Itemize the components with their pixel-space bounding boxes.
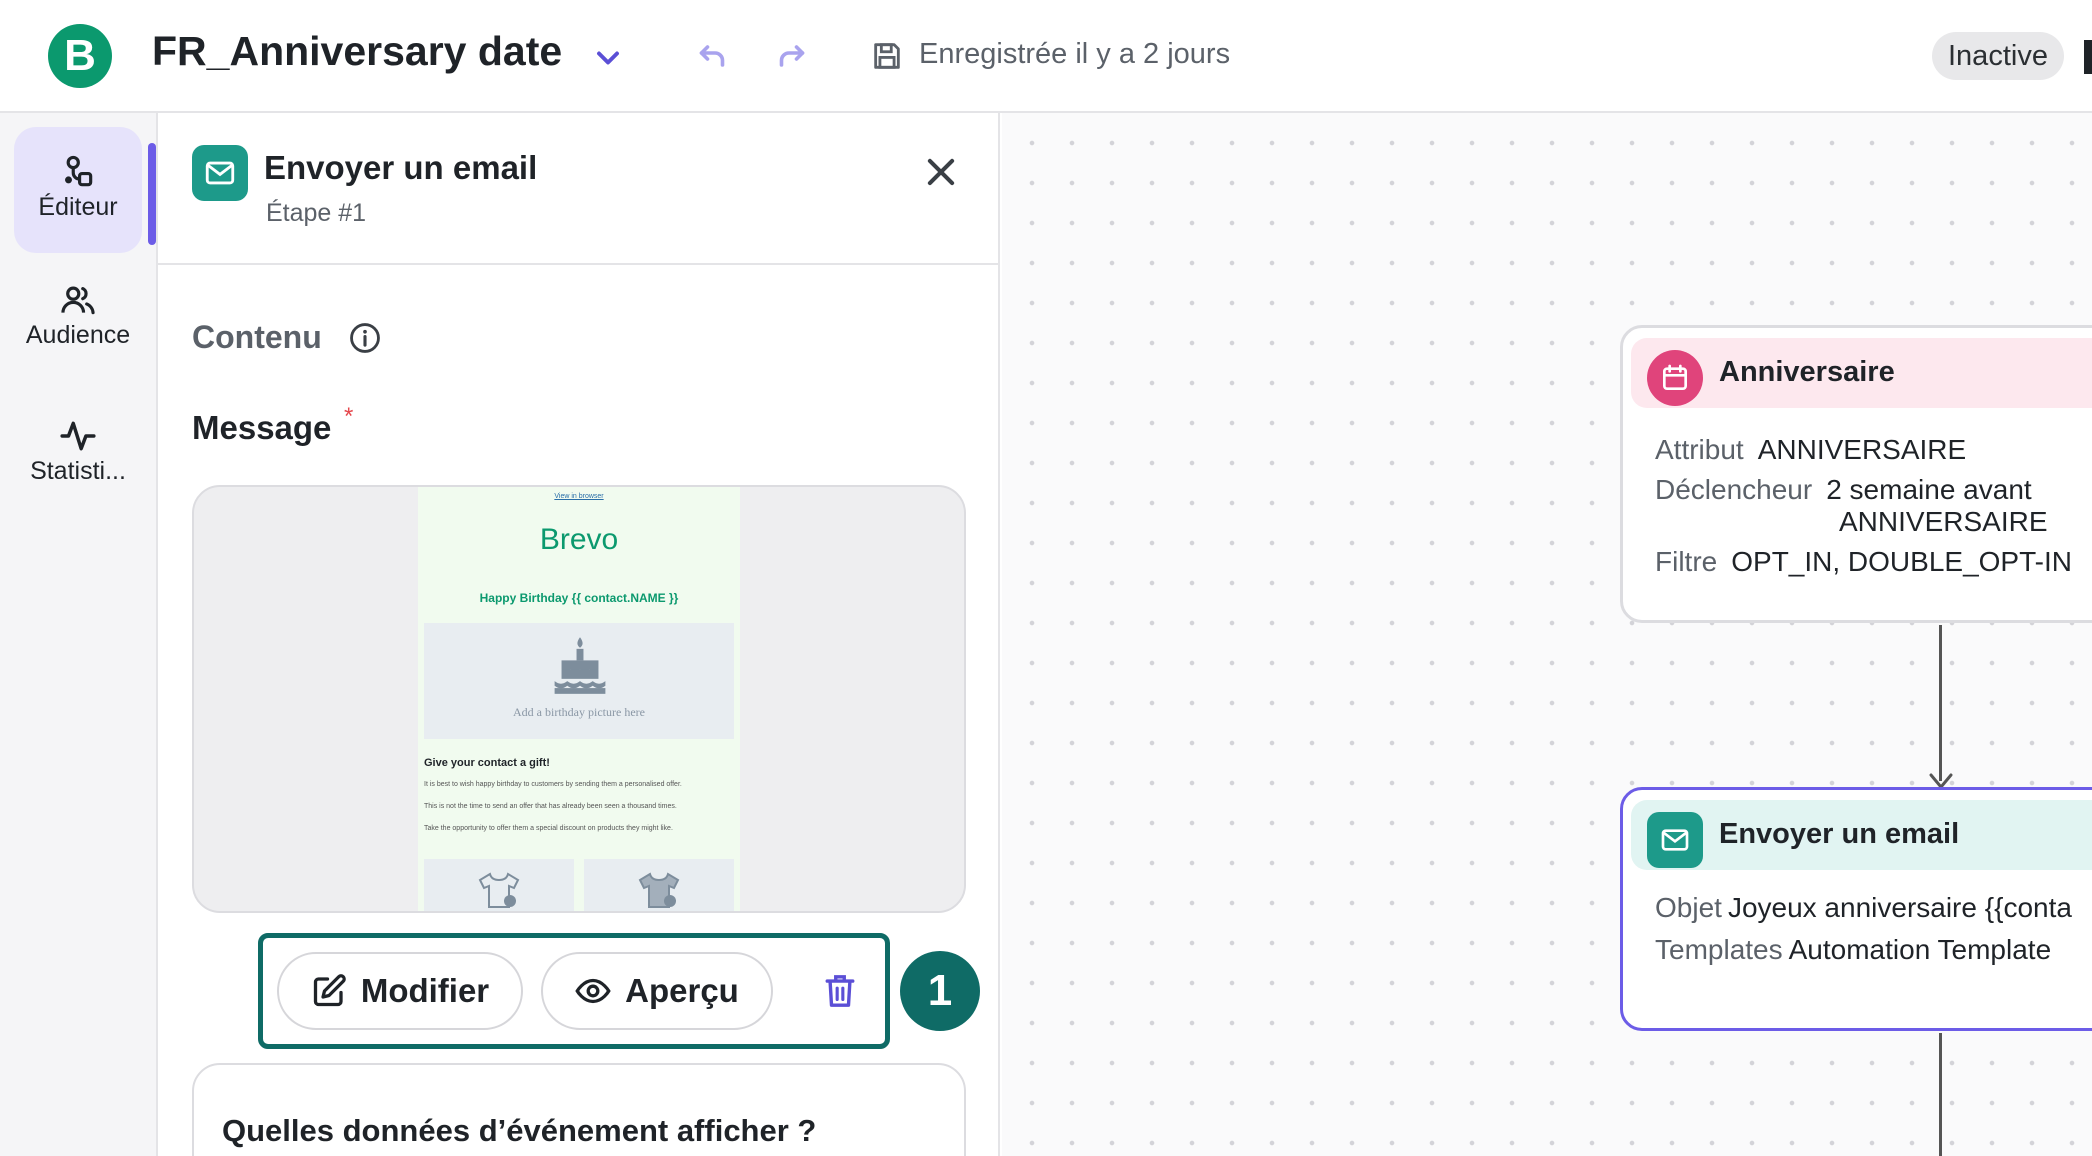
redo-icon[interactable] bbox=[774, 38, 810, 74]
top-bar: B FR_Anniversary date Enregistrée il y a… bbox=[0, 0, 2092, 113]
mail-icon-box bbox=[1647, 812, 1703, 868]
row-key: Objet bbox=[1655, 892, 1722, 923]
row-value: 2 semaine avant bbox=[1826, 474, 2032, 505]
calendar-icon bbox=[1663, 364, 1687, 390]
callout-number-badge: 1 bbox=[900, 951, 980, 1031]
node-title: Anniversaire bbox=[1719, 356, 1895, 388]
node-row-subject: Objet Joyeux anniversaire {{conta bbox=[1655, 892, 2072, 924]
save-status-text: Enregistrée il y a 2 jours bbox=[919, 38, 1231, 70]
chevron-down-icon[interactable] bbox=[590, 40, 626, 76]
step-settings-panel: Envoyer un email Étape #1 Contenu Messag… bbox=[158, 113, 1000, 1156]
info-icon[interactable] bbox=[348, 321, 382, 355]
node-row-filter: Filtre OPT_IN, DOUBLE_OPT-IN bbox=[1655, 546, 2072, 578]
mail-icon bbox=[1661, 829, 1689, 851]
preview-template-button[interactable]: Aperçu bbox=[541, 952, 773, 1030]
required-marker: * bbox=[344, 403, 354, 430]
birthday-cake-icon bbox=[554, 637, 606, 694]
node-connector-line bbox=[1939, 1033, 1942, 1156]
brevo-logo[interactable]: B bbox=[48, 24, 112, 88]
email-template-preview[interactable]: View in browser Brevo Happy Birthday {{ … bbox=[192, 485, 966, 913]
preview-button-label: Aperçu bbox=[625, 972, 739, 1009]
rail-item-audience[interactable]: Audience bbox=[14, 263, 142, 373]
email-product-card bbox=[424, 859, 574, 911]
rail-item-editor[interactable]: Éditeur bbox=[14, 127, 142, 253]
node-title: Envoyer un email bbox=[1719, 818, 1960, 850]
workflow-title[interactable]: FR_Anniversary date bbox=[152, 28, 562, 75]
rail-item-label: Éditeur bbox=[38, 193, 118, 221]
modify-template-button[interactable]: Modifier bbox=[277, 952, 523, 1030]
trigger-node-anniversary[interactable]: Anniversaire Attribut ANNIVERSAIRE Déclen… bbox=[1620, 325, 2092, 623]
email-brand-logo: Brevo bbox=[539, 523, 619, 556]
message-label: Message bbox=[192, 409, 332, 446]
panel-step-number: Étape #1 bbox=[266, 199, 367, 227]
tshirt-icon bbox=[638, 872, 680, 908]
event-data-question: Quelles données d’événement afficher ? bbox=[222, 1113, 817, 1148]
email-node-send[interactable]: Envoyer un email Objet Joyeux anniversair… bbox=[1620, 787, 2092, 1031]
toggle-edge[interactable] bbox=[2084, 40, 2092, 74]
email-greeting: Happy Birthday {{ contact.NAME }} bbox=[479, 591, 679, 605]
workflow-canvas[interactable]: Anniversaire Attribut ANNIVERSAIRE Déclen… bbox=[1002, 113, 2092, 1156]
row-key: Filtre bbox=[1655, 546, 1718, 577]
email-step-icon-box bbox=[192, 145, 248, 201]
email-paragraph: Take the opportunity to offer them a spe… bbox=[424, 825, 673, 832]
node-row-trigger-continued: ANNIVERSAIRE bbox=[1839, 506, 2048, 538]
row-value: Joyeux anniversaire {{conta bbox=[1727, 892, 2072, 923]
save-icon bbox=[874, 43, 900, 69]
edit-icon bbox=[313, 974, 346, 1007]
email-paragraph: This is not the time to send an offer th… bbox=[424, 803, 677, 810]
node-row-trigger: Déclencheur 2 semaine avant bbox=[1655, 474, 2032, 506]
users-icon bbox=[61, 286, 95, 315]
panel-title: Envoyer un email bbox=[264, 149, 538, 186]
email-preview-body: View in browser Brevo Happy Birthday {{ … bbox=[418, 487, 740, 911]
template-actions-highlight: Modifier Aperçu bbox=[258, 933, 890, 1049]
email-gift-title: Give your contact a gift! bbox=[424, 757, 550, 769]
node-row-attribute: Attribut ANNIVERSAIRE bbox=[1655, 434, 1966, 466]
tshirt-icon bbox=[478, 872, 520, 908]
rail-active-indicator bbox=[148, 143, 156, 245]
email-product-card bbox=[584, 859, 734, 911]
row-value: OPT_IN, DOUBLE_OPT-IN bbox=[1731, 546, 2072, 577]
node-row-template: Templates Automation Template bbox=[1655, 934, 2051, 966]
view-in-browser-link: View in browser bbox=[554, 493, 604, 500]
node-header: Envoyer un email bbox=[1631, 800, 2092, 870]
content-section-label: Contenu bbox=[192, 319, 322, 355]
row-key: Attribut bbox=[1655, 434, 1744, 465]
row-value: ANNIVERSAIRE bbox=[1757, 434, 1967, 465]
row-key: Déclencheur bbox=[1655, 474, 1813, 505]
eye-icon bbox=[575, 978, 611, 1004]
close-icon[interactable] bbox=[922, 153, 960, 191]
mail-icon bbox=[205, 161, 235, 185]
rail-item-label: Statisti... bbox=[30, 457, 126, 485]
event-data-section[interactable]: Quelles données d’événement afficher ? bbox=[192, 1063, 966, 1156]
activity-icon bbox=[60, 421, 96, 451]
row-value: ANNIVERSAIRE bbox=[1839, 506, 2048, 537]
trash-icon[interactable] bbox=[823, 972, 857, 1010]
row-value: Automation Template bbox=[1788, 934, 2052, 965]
image-placeholder-text: Add a birthday picture here bbox=[513, 705, 645, 719]
node-connector-line bbox=[1939, 625, 1942, 781]
modify-button-label: Modifier bbox=[360, 972, 490, 1009]
rail-item-label: Audience bbox=[25, 321, 131, 349]
calendar-icon-box bbox=[1647, 350, 1703, 406]
editor-flow-icon bbox=[65, 155, 93, 187]
email-image-placeholder: Add a birthday picture here bbox=[424, 623, 734, 739]
email-paragraph: It is best to wish happy birthday to cus… bbox=[424, 781, 682, 788]
workflow-status-badge: Inactive bbox=[1932, 32, 2064, 80]
logo-letter: B bbox=[64, 31, 96, 80]
left-navigation-rail: Éditeur Audience Statisti... bbox=[0, 113, 158, 1156]
node-header: Anniversaire bbox=[1631, 338, 2092, 408]
undo-icon[interactable] bbox=[694, 38, 730, 74]
row-key: Templates bbox=[1655, 934, 1783, 965]
rail-item-statistics[interactable]: Statisti... bbox=[14, 399, 142, 509]
panel-header: Envoyer un email Étape #1 bbox=[158, 113, 1000, 265]
